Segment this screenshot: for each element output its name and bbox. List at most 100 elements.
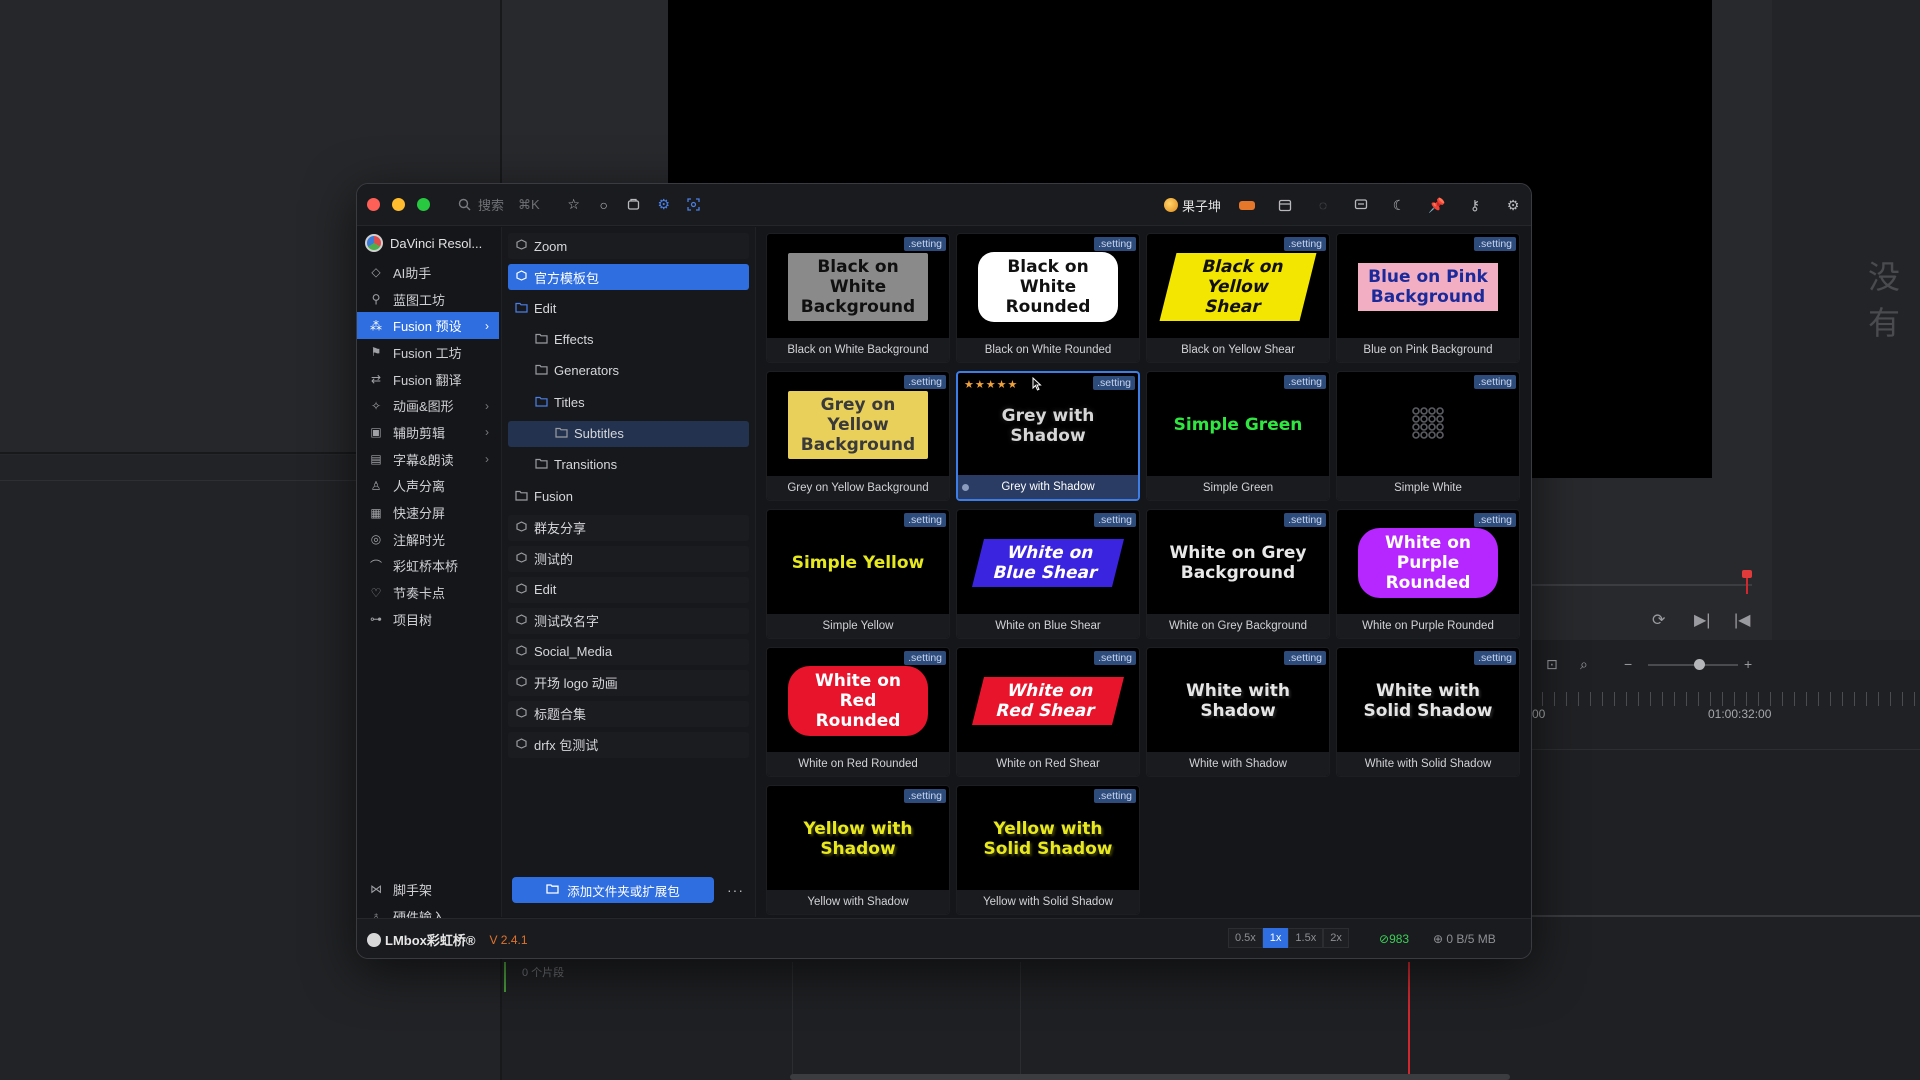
setting-tag[interactable]: .setting: [904, 513, 946, 527]
key-icon[interactable]: ⚷: [1467, 197, 1483, 213]
speed-option[interactable]: 1.5x: [1288, 928, 1324, 948]
user-account[interactable]: 果子坤: [1163, 196, 1255, 215]
sidebar-item-3[interactable]: ⁂ Fusion 预设 ›: [357, 312, 499, 340]
tree-item-10[interactable]: 群友分享: [508, 514, 749, 541]
message-icon[interactable]: [1353, 197, 1369, 213]
tree-item-7[interactable]: Subtitles: [508, 420, 749, 447]
setting-tag[interactable]: .setting: [1093, 376, 1135, 390]
calendar-icon[interactable]: [1277, 197, 1293, 213]
preset-card[interactable]: .setting Black on Yellow Shear Black on Ye…: [1146, 233, 1330, 363]
zoom-in-icon[interactable]: +: [1744, 656, 1752, 672]
search-box[interactable]: 搜索 ⌘K: [456, 195, 540, 214]
tree-item-12[interactable]: Edit: [508, 576, 749, 603]
sidebar-item-5[interactable]: ⇄ Fusion 翻译: [357, 366, 499, 393]
previous-frame-icon[interactable]: |◀: [1734, 610, 1750, 630]
sidebar-item-11[interactable]: ◎ 注解时光: [357, 526, 499, 553]
setting-tag[interactable]: .setting: [1094, 237, 1136, 251]
setting-tag[interactable]: .setting: [904, 375, 946, 389]
next-frame-icon[interactable]: ▶|: [1694, 610, 1710, 630]
preset-card[interactable]: .setting Simple White: [1336, 371, 1520, 501]
tree-item-5[interactable]: Generators: [508, 358, 749, 384]
sidebar-item-1[interactable]: ◇ AI助手: [357, 259, 499, 286]
setting-tag[interactable]: .setting: [904, 651, 946, 665]
bg-scrub-bar[interactable]: [1532, 584, 1752, 586]
setting-tag[interactable]: .setting: [1094, 789, 1136, 803]
preset-card[interactable]: .setting White on Blue Shear White on Blue…: [956, 509, 1140, 639]
setting-tag[interactable]: .setting: [1474, 375, 1516, 389]
setting-tag[interactable]: .setting: [904, 789, 946, 803]
preset-card[interactable]: .setting Blue on Pink Background Blue on P…: [1336, 233, 1520, 363]
scan-icon[interactable]: [686, 197, 702, 213]
setting-tag[interactable]: .setting: [1284, 513, 1326, 527]
tree-item-17[interactable]: drfx 包测试: [508, 731, 749, 758]
setting-tag[interactable]: .setting: [1284, 237, 1326, 251]
preset-card[interactable]: .setting White with Shadow White with Shad…: [1146, 647, 1330, 777]
more-options-button[interactable]: ···: [727, 877, 744, 903]
sidebar-item-12[interactable]: ⌒ 彩虹桥本桥: [357, 553, 499, 580]
tree-item-6[interactable]: Titles: [508, 389, 749, 415]
dark-mode-moon-icon[interactable]: ☾: [1391, 197, 1407, 213]
preset-card[interactable]: .setting Yellow with Solid Shadow Yellow w…: [956, 785, 1140, 915]
tree-item-13[interactable]: 测试改名字: [508, 607, 749, 634]
add-folder-or-pack-button[interactable]: 添加文件夹或扩展包: [512, 877, 714, 903]
tree-item-4[interactable]: Effects: [508, 326, 749, 352]
bg-playhead-knob[interactable]: [1742, 570, 1752, 578]
minimize-window-button[interactable]: [392, 198, 405, 211]
pin-icon[interactable]: 📌: [1428, 197, 1445, 213]
tree-item-1[interactable]: Zoom: [508, 233, 749, 259]
tree-item-3[interactable]: Edit: [508, 295, 749, 321]
speed-option[interactable]: 0.5x: [1228, 928, 1263, 948]
preset-card[interactable]: .setting Black on White Rounded Black on W…: [956, 233, 1140, 363]
bg-horizontal-scrollbar[interactable]: [790, 1074, 1510, 1080]
preset-card[interactable]: .setting White on Purple Rounded White on …: [1336, 509, 1520, 639]
tree-item-14[interactable]: Social_Media: [508, 638, 749, 665]
zoom-out-icon[interactable]: −: [1624, 656, 1632, 672]
zoom-slider-track[interactable]: [1648, 664, 1738, 666]
setting-tag[interactable]: .setting: [904, 237, 946, 251]
tree-item-2[interactable]: 官方模板包: [508, 264, 749, 290]
close-window-button[interactable]: [367, 198, 380, 211]
preset-card[interactable]: .setting Simple Yellow Simple Yellow: [766, 509, 950, 639]
setting-tag[interactable]: .setting: [1094, 513, 1136, 527]
circle-icon[interactable]: ○: [596, 197, 612, 213]
setting-tag[interactable]: .setting: [1284, 651, 1326, 665]
sidebar-item-13[interactable]: ♡ 节奏卡点: [357, 579, 499, 606]
setting-tag[interactable]: .setting: [1474, 513, 1516, 527]
tree-item-11[interactable]: 测试的: [508, 545, 749, 572]
tree-item-15[interactable]: 开场 logo 动画: [508, 669, 749, 696]
zoom-fit-icon[interactable]: ⊡: [1546, 656, 1558, 673]
preset-card[interactable]: .setting White on Red Shear White on Red S…: [956, 647, 1140, 777]
speed-option[interactable]: 1x: [1262, 928, 1289, 948]
sidebar-item-14[interactable]: ⊶ 项目树: [357, 606, 499, 633]
preset-card[interactable]: .setting White with Solid Shadow White wit…: [1336, 647, 1520, 777]
loop-icon[interactable]: ⟳: [1652, 610, 1665, 630]
package-icon[interactable]: [626, 197, 642, 213]
speed-option[interactable]: 2x: [1323, 928, 1349, 948]
preset-card[interactable]: .setting White on Red Rounded White on Red…: [766, 647, 950, 777]
sidebar-item-4[interactable]: ⚑ Fusion 工坊: [357, 339, 499, 366]
settings-gear-icon[interactable]: ⚙: [1505, 197, 1521, 213]
tree-item-16[interactable]: 标题合集: [508, 700, 749, 727]
preset-card[interactable]: .setting Yellow with Shadow Yellow with Sh…: [766, 785, 950, 915]
lightbulb-icon[interactable]: ◌: [1315, 197, 1331, 213]
preset-card[interactable]: .setting Grey on Yellow Background Grey on…: [766, 371, 950, 501]
tree-item-9[interactable]: Fusion: [508, 483, 749, 509]
app-selector[interactable]: DaVinci Resol...: [357, 227, 499, 259]
preset-card[interactable]: .setting Black on White Background Black o…: [766, 233, 950, 363]
sidebar-bottom-item-1[interactable]: ⋈ 脚手架: [357, 876, 499, 903]
setting-tag[interactable]: .setting: [1094, 651, 1136, 665]
preset-card[interactable]: .setting ★★★★★ Grey with Shadow Grey with S…: [956, 371, 1140, 501]
favorite-star-icon[interactable]: ☆: [566, 196, 582, 213]
zoom-magnifier-icon[interactable]: ⌕: [1580, 656, 1588, 673]
preset-card[interactable]: .setting White on Grey Background White on…: [1146, 509, 1330, 639]
maximize-window-button[interactable]: [417, 198, 430, 211]
setting-tag[interactable]: .setting: [1284, 375, 1326, 389]
sidebar-item-6[interactable]: ✧ 动画&图形 ›: [357, 392, 499, 419]
sidebar-item-7[interactable]: ▣ 辅助剪辑 ›: [357, 419, 499, 446]
rating-stars[interactable]: ★★★★★: [964, 378, 1018, 391]
setting-tag[interactable]: .setting: [1474, 237, 1516, 251]
tree-item-8[interactable]: Transitions: [508, 452, 749, 478]
sidebar-item-2[interactable]: ⚲ 蓝图工坊: [357, 286, 499, 313]
zoom-slider-handle[interactable]: [1694, 659, 1705, 670]
sidebar-item-8[interactable]: ▤ 字幕&朗读 ›: [357, 446, 499, 473]
